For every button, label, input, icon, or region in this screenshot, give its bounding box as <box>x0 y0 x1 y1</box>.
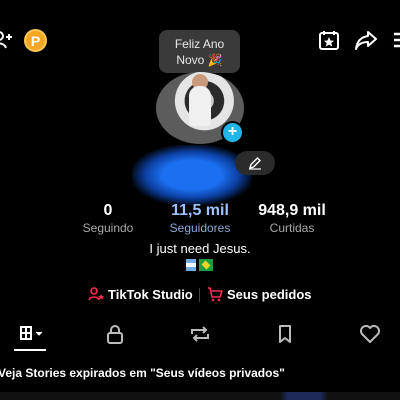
orders-label: Seus pedidos <box>227 286 312 302</box>
video-thumbnails-strip <box>0 392 400 400</box>
stat-followers[interactable]: 11,5 mil Seguidores <box>160 201 240 235</box>
tab-reposts[interactable] <box>185 322 215 346</box>
argentina-flag-icon <box>186 259 196 271</box>
person-star-icon <box>88 287 104 301</box>
stat-following[interactable]: 0 Seguindo <box>78 201 138 235</box>
blurred-username <box>132 145 252 205</box>
flag-emojis <box>186 259 216 273</box>
tiktok-studio-link[interactable]: TikTok Studio <box>88 286 193 302</box>
pencil-icon <box>248 157 261 170</box>
tab-private[interactable] <box>100 322 130 346</box>
menu-icon[interactable] <box>390 28 400 52</box>
expired-stories-notice[interactable]: Veja Stories expirados em "Seus vídeos p… <box>0 366 400 380</box>
lock-icon <box>107 325 123 344</box>
followers-count: 11,5 mil <box>171 202 229 219</box>
add-story-button[interactable]: + <box>221 121 244 144</box>
followers-label: Seguidores <box>169 221 231 235</box>
share-icon[interactable] <box>354 28 378 52</box>
stat-likes[interactable]: 948,9 mil Curtidas <box>252 201 332 235</box>
heart-icon <box>360 325 380 343</box>
following-label: Seguindo <box>82 221 134 235</box>
active-tab-indicator <box>14 349 46 351</box>
bookmark-icon <box>279 325 291 343</box>
tiktok-studio-label: TikTok Studio <box>108 286 193 302</box>
edit-profile-button[interactable] <box>235 151 275 175</box>
tab-videos-grid[interactable] <box>15 322 49 346</box>
notice-text: Veja Stories expirados em "Seus vídeos p… <box>0 366 285 380</box>
bubble-line-2: Novo 🎉 <box>176 53 223 67</box>
tab-liked[interactable] <box>355 322 385 346</box>
bubble-line-1: Feliz Ano <box>174 37 225 51</box>
new-year-bubble[interactable]: Feliz Ano Novo 🎉 <box>159 30 240 73</box>
coin-icon[interactable]: P <box>24 29 47 52</box>
profile-tabs <box>0 318 400 354</box>
add-user-icon[interactable] <box>0 30 14 50</box>
cart-icon <box>208 287 223 302</box>
following-count: 0 <box>103 202 113 219</box>
grid-icon <box>20 326 43 340</box>
calendar-star-icon[interactable] <box>317 28 341 52</box>
tab-saved[interactable] <box>270 322 300 346</box>
likes-count: 948,9 mil <box>258 202 326 219</box>
brazil-flag-icon <box>199 259 213 271</box>
bio-text: I just need Jesus. <box>149 241 251 256</box>
repost-icon <box>191 326 209 342</box>
links-divider <box>199 288 200 302</box>
orders-link[interactable]: Seus pedidos <box>207 286 312 302</box>
likes-label: Curtidas <box>269 221 315 235</box>
